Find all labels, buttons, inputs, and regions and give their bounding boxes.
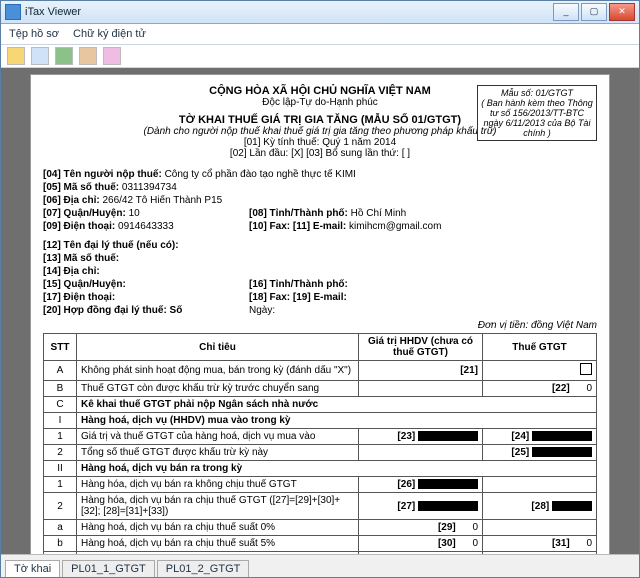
print-icon[interactable]	[31, 47, 49, 65]
menubar: Tệp hồ sơ Chữ ký điện tử	[1, 24, 639, 45]
close-button[interactable]: ✕	[609, 3, 635, 21]
currency-unit: Đơn vị tiền: đồng Việt Nam	[43, 320, 597, 331]
table-row: 2Tổng số thuế GTGT được khấu trừ kỳ này[…	[44, 445, 597, 461]
menu-file[interactable]: Tệp hồ sơ	[9, 28, 59, 40]
window-controls: _ ▢ ✕	[553, 3, 635, 21]
maximize-button[interactable]: ▢	[581, 3, 607, 21]
table-row: BThuế GTGT còn được khấu trừ kỳ trước ch…	[44, 381, 597, 397]
first-time: [02] Lần đầu: [X] [03] Bổ sung lần thứ: …	[43, 148, 597, 159]
open-icon[interactable]	[7, 47, 25, 65]
tax-code: 0311394734	[122, 182, 177, 193]
taxpayer-fields: [04] Tên người nộp thuế: Công ty cổ phần…	[43, 169, 597, 316]
table-row: AKhông phát sinh hoạt động mua, bán tron…	[44, 361, 597, 381]
table-row: IIHàng hoá, dịch vụ bán ra trong kỳ	[44, 461, 597, 477]
tax-table: STT Chỉ tiêu Giá trị HHDV (chưa có thuế …	[43, 333, 597, 554]
document-scroll[interactable]: Mẫu số: 01/GTGT ( Ban hành kèm theo Thôn…	[1, 68, 639, 554]
table-row: 1Giá trị và thuế GTGT của hàng hoá, dịch…	[44, 429, 597, 445]
sign-icon[interactable]	[103, 47, 121, 65]
tab-pl01-2[interactable]: PL01_2_GTGT	[157, 560, 250, 577]
app-window: iTax Viewer _ ▢ ✕ Tệp hồ sơ Chữ ký điện …	[0, 0, 640, 578]
app-icon	[5, 4, 21, 20]
titlebar: iTax Viewer _ ▢ ✕	[1, 1, 639, 24]
menu-sign[interactable]: Chữ ký điện tử	[73, 28, 146, 40]
toolbar	[1, 45, 639, 68]
export-icon[interactable]	[79, 47, 97, 65]
tax-form-page: Mẫu số: 01/GTGT ( Ban hành kèm theo Thôn…	[30, 74, 610, 554]
table-row: CKê khai thuế GTGT phải nộp Ngân sách nh…	[44, 397, 597, 413]
save-icon[interactable]	[55, 47, 73, 65]
tab-pl01-1[interactable]: PL01_1_GTGT	[62, 560, 155, 577]
table-row: cHàng hoá, dịch vụ bán ra chịu thuế suất…	[44, 552, 597, 555]
window-title: iTax Viewer	[25, 6, 553, 18]
table-row: bHàng hoá, dịch vụ bán ra chịu thuế suất…	[44, 536, 597, 552]
taxpayer-name: Công ty cổ phần đào tạo nghề thực tế KIM…	[165, 169, 356, 180]
sheet-tabs: Tờ khai PL01_1_GTGT PL01_2_GTGT	[1, 554, 639, 577]
address: 266/42 Tô Hiến Thành P15	[102, 195, 222, 206]
table-row: 2Hàng hóa, dịch vụ bán ra chịu thuế GTGT…	[44, 493, 597, 520]
tab-tokhai[interactable]: Tờ khai	[5, 560, 60, 577]
table-row: 1Hàng hóa, dịch vụ bán ra không chịu thu…	[44, 477, 597, 493]
minimize-button[interactable]: _	[553, 3, 579, 21]
table-row: IHàng hoá, dịch vụ (HHDV) mua vào trong …	[44, 413, 597, 429]
document-area: Mẫu số: 01/GTGT ( Ban hành kèm theo Thôn…	[1, 68, 639, 554]
form-number-box: Mẫu số: 01/GTGT ( Ban hành kèm theo Thôn…	[477, 85, 597, 141]
table-row: aHàng hoá, dịch vụ bán ra chịu thuế suất…	[44, 520, 597, 536]
